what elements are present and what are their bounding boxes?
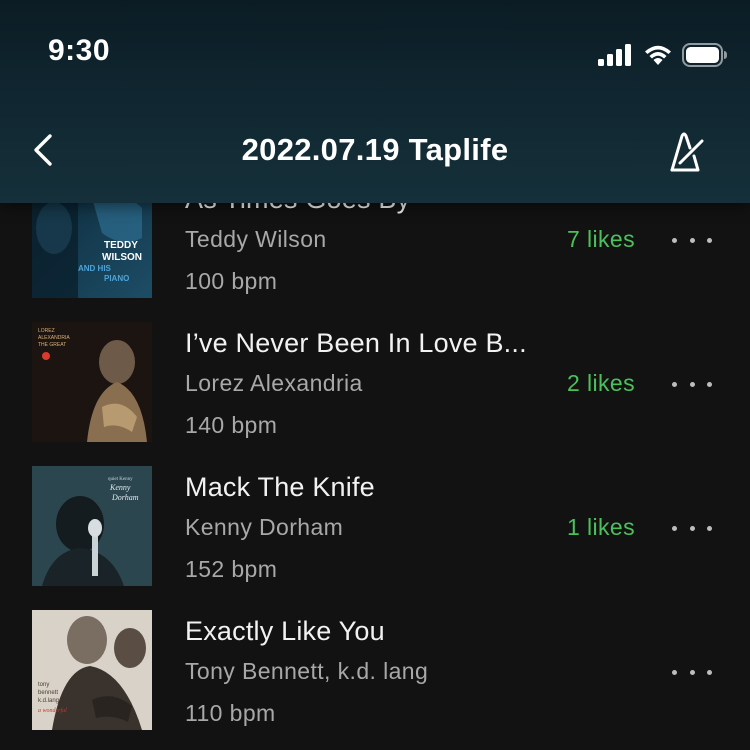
svg-text:a wonderful: a wonderful — [38, 707, 67, 714]
track-artist: Tony Bennett, k.d. lang — [185, 658, 429, 684]
svg-text:Dorham: Dorham — [111, 493, 139, 502]
more-options-button[interactable] — [672, 520, 712, 536]
track-row[interactable]: LOREZ ALEXANDRIA THE GREAT I’ve Never Be… — [0, 322, 750, 466]
album-cover: LOREZ ALEXANDRIA THE GREAT — [32, 322, 152, 442]
track-likes: 2 likes — [567, 370, 635, 396]
dot-icon — [672, 525, 677, 531]
svg-text:quiet Kenny: quiet Kenny — [108, 477, 133, 482]
album-cover: quiet Kenny Kenny Dorham — [32, 466, 152, 586]
track-bpm: 140 bpm — [185, 412, 278, 438]
album-cover-art: tony bennett k.d.lang a wonderful — [32, 610, 152, 730]
dot-icon — [689, 381, 695, 387]
metronome-button[interactable] — [664, 130, 708, 174]
track-bpm: 110 bpm — [185, 700, 276, 726]
track-title: Mack The Knife — [185, 472, 375, 502]
svg-text:bennett: bennett — [38, 690, 58, 696]
battery-icon — [682, 43, 727, 67]
svg-text:tony: tony — [38, 682, 49, 688]
svg-text:ALEXANDRIA: ALEXANDRIA — [38, 335, 70, 341]
svg-text:WILSON: WILSON — [102, 252, 142, 263]
status-icons — [598, 40, 728, 70]
dot-icon — [672, 237, 677, 243]
screen: TEDDY WILSON AND HIS PIANO As Times Goes… — [0, 0, 750, 750]
more-options-button[interactable] — [672, 376, 712, 392]
dot-icon — [672, 669, 677, 675]
wifi-icon — [645, 45, 671, 65]
more-options-button[interactable] — [672, 232, 712, 248]
album-cover-art: LOREZ ALEXANDRIA THE GREAT — [32, 322, 152, 442]
svg-text:THE GREAT: THE GREAT — [38, 342, 66, 348]
svg-text:AND HIS: AND HIS — [78, 264, 112, 273]
dot-icon — [707, 381, 712, 387]
track-title: Exactly Like You — [185, 616, 385, 646]
album-cover: tony bennett k.d.lang a wonderful — [32, 610, 152, 730]
track-likes: 1 likes — [567, 514, 635, 540]
track-row[interactable]: tony bennett k.d.lang a wonderful Exactl… — [0, 610, 750, 750]
status-time: 9:30 — [48, 34, 111, 67]
track-title: I’ve Never Been In Love B... — [185, 328, 527, 358]
svg-text:LOREZ: LOREZ — [38, 328, 55, 334]
album-cover-art: quiet Kenny Kenny Dorham — [32, 466, 152, 586]
signal-icon — [598, 44, 631, 66]
svg-text:k.d.lang: k.d.lang — [38, 698, 59, 704]
svg-text:Kenny: Kenny — [109, 483, 131, 492]
svg-text:TEDDY: TEDDY — [104, 240, 138, 251]
track-artist: Kenny Dorham — [185, 514, 344, 540]
metronome-icon — [670, 132, 704, 172]
page-title: 2022.07.19 Taplife — [241, 132, 509, 167]
dot-icon — [689, 237, 695, 243]
dot-icon — [689, 669, 695, 675]
more-options-button[interactable] — [672, 664, 712, 680]
track-row[interactable]: quiet Kenny Kenny Dorham Mack The Knife … — [0, 466, 750, 610]
track-bpm: 100 bpm — [185, 268, 278, 294]
track-artist: Lorez Alexandria — [185, 370, 363, 396]
dot-icon — [707, 237, 712, 243]
dot-icon — [707, 669, 712, 675]
header: 9:30 2022.07.19 Taplife — [0, 0, 750, 203]
dot-icon — [672, 381, 677, 387]
track-likes: 7 likes — [567, 226, 635, 252]
track-bpm: 152 bpm — [185, 556, 278, 582]
svg-text:PIANO: PIANO — [104, 274, 129, 283]
dot-icon — [707, 525, 712, 531]
dot-icon — [689, 525, 695, 531]
track-artist: Teddy Wilson — [185, 226, 327, 252]
